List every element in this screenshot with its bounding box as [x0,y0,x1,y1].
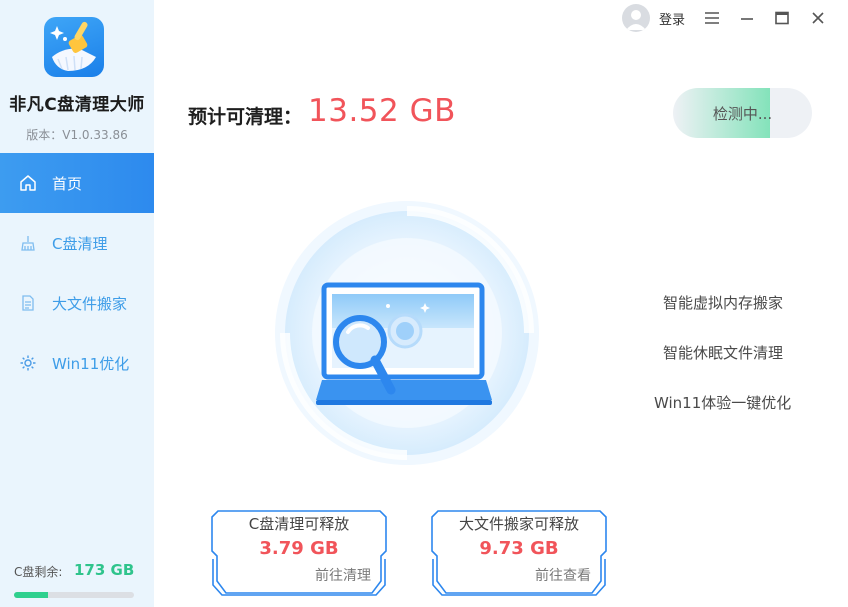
home-icon [18,173,38,193]
app-title: 非凡C盘清理大师 [9,95,145,115]
go-view-link[interactable]: 前往查看 [535,565,591,585]
sidebar-item-label: 大文件搬家 [52,294,128,313]
close-icon[interactable] [806,6,830,30]
disk-remaining-label: C盘剩余: [14,565,63,579]
card-value: 3.79 GB [259,538,339,559]
estimate-label: 预计可清理： [188,106,303,128]
feature-virtual-memory: 智能虚拟内存搬家 [663,294,784,312]
feature-hibernate-clean: 智能休眠文件清理 [663,344,784,362]
minimize-icon[interactable] [735,6,759,30]
menu-icon[interactable] [700,6,724,30]
go-clean-link[interactable]: 前往清理 [315,565,371,585]
feature-win11-optimize: Win11体验一键优化 [654,394,792,412]
sidebar-item-file-move[interactable]: 大文件搬家 [0,273,154,333]
app-version: 版本：V1.0.33.86 [26,128,128,142]
sidebar-item-c-clean[interactable]: C盘清理 [0,213,154,273]
card-title: C盘清理可释放 [248,515,350,533]
sidebar-item-label: Win11优化 [52,354,130,373]
c-clean-card: C盘清理可释放 3.79 GB 前往清理 [210,509,388,596]
broom-icon [50,21,96,71]
scan-illustration [262,200,552,480]
gear-icon [18,353,38,373]
maximize-icon[interactable] [770,6,794,30]
broom-icon [18,233,38,253]
file-move-card: 大文件搬家可释放 9.73 GB 前往查看 [430,509,608,596]
card-value: 9.73 GB [479,538,559,559]
app-logo [44,17,104,77]
disk-remaining-value: 173 GB [74,561,135,579]
file-move-icon [18,293,38,313]
sidebar-item-label: C盘清理 [52,234,108,253]
scan-button-label: 检测中... [712,104,773,123]
scan-button[interactable]: 检测中... [673,88,812,138]
sidebar-nav: 首页 C盘清理 大文件搬家 Win11优化 [0,153,154,393]
login-link[interactable]: 登录 [659,9,685,28]
estimate-value: 13.52 GB [308,93,456,129]
sidebar-item-label: 首页 [52,174,83,193]
user-icon[interactable] [622,4,650,32]
sidebar-item-win11[interactable]: Win11优化 [0,333,154,393]
sidebar-item-home[interactable]: 首页 [0,153,154,213]
sidebar: 非凡C盘清理大师 版本：V1.0.33.86 首页 C盘清理 大文件搬家 Win… [0,0,154,607]
disk-usage-fill [14,592,48,598]
disk-usage-bar [14,592,134,598]
card-title: 大文件搬家可释放 [458,515,579,533]
